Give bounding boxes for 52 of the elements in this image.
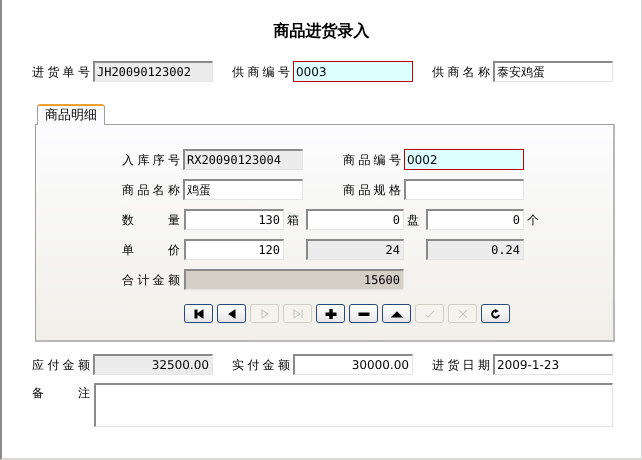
text-field[interactable]: 泰安鸡蛋	[493, 61, 613, 82]
text-field[interactable]: 0.24	[426, 239, 524, 260]
remarks-field[interactable]	[94, 383, 613, 427]
unit-label: 盘	[407, 212, 420, 228]
text-field[interactable]: 鸡蛋	[183, 179, 303, 200]
toolbar-button[interactable]	[217, 304, 246, 323]
last-icon	[292, 308, 304, 318]
field-label: 应付金额	[32, 356, 90, 372]
field-label: 入库序号	[122, 152, 180, 168]
unit-label: 个	[527, 212, 540, 228]
total-field[interactable]: 15600	[184, 269, 404, 290]
text-field[interactable]: 120	[184, 239, 284, 260]
toolbar-button[interactable]	[481, 304, 510, 323]
text-field[interactable]: JH20090123002	[93, 61, 213, 82]
field-label: 进货单号	[32, 64, 90, 80]
form-title: 商品进货录入	[274, 20, 370, 42]
field-label: 进货日期	[432, 356, 490, 372]
text-field[interactable]: 0	[426, 209, 524, 230]
field-label: 合计金额	[122, 272, 180, 288]
text-field[interactable]: 130	[184, 209, 284, 230]
previous-icon	[226, 308, 238, 318]
field-label: 供商名称	[432, 64, 490, 80]
text-field[interactable]: 0003	[293, 61, 413, 82]
text-field[interactable]: 24	[306, 239, 404, 260]
field-label: 数量	[122, 212, 180, 228]
text-field[interactable]: 0	[306, 209, 404, 230]
text-field[interactable]: 30000.00	[293, 354, 413, 375]
field-label: 商品编号	[343, 152, 401, 168]
field-label: 单价	[122, 242, 180, 258]
field-label: 实付金额	[232, 356, 290, 372]
text-field[interactable]: 2009-1-23	[493, 354, 613, 375]
field-label: 商品名称	[122, 182, 180, 198]
field-label: 备注	[32, 385, 90, 401]
unit-label: 箱	[287, 212, 300, 228]
first-icon	[192, 308, 204, 318]
toolbar-button[interactable]	[349, 304, 378, 323]
cross-icon	[456, 308, 468, 318]
up-triangle-icon	[390, 308, 402, 318]
toolbar-button[interactable]	[316, 304, 345, 323]
toolbar-button[interactable]	[184, 304, 213, 323]
next-icon	[258, 308, 270, 318]
text-field[interactable]: 32500.00	[93, 354, 213, 375]
toolbar-button[interactable]	[382, 304, 411, 323]
check-icon	[424, 308, 436, 318]
plus-icon	[324, 308, 336, 318]
text-field[interactable]	[404, 179, 524, 200]
text-field[interactable]: 0002	[404, 149, 524, 170]
field-label: 供商编号	[232, 64, 290, 80]
field-label: 商品规格	[343, 182, 401, 198]
text-field[interactable]: RX20090123004	[183, 149, 303, 170]
refresh-icon	[490, 308, 502, 318]
tab[interactable]: 商品明细	[37, 104, 105, 125]
